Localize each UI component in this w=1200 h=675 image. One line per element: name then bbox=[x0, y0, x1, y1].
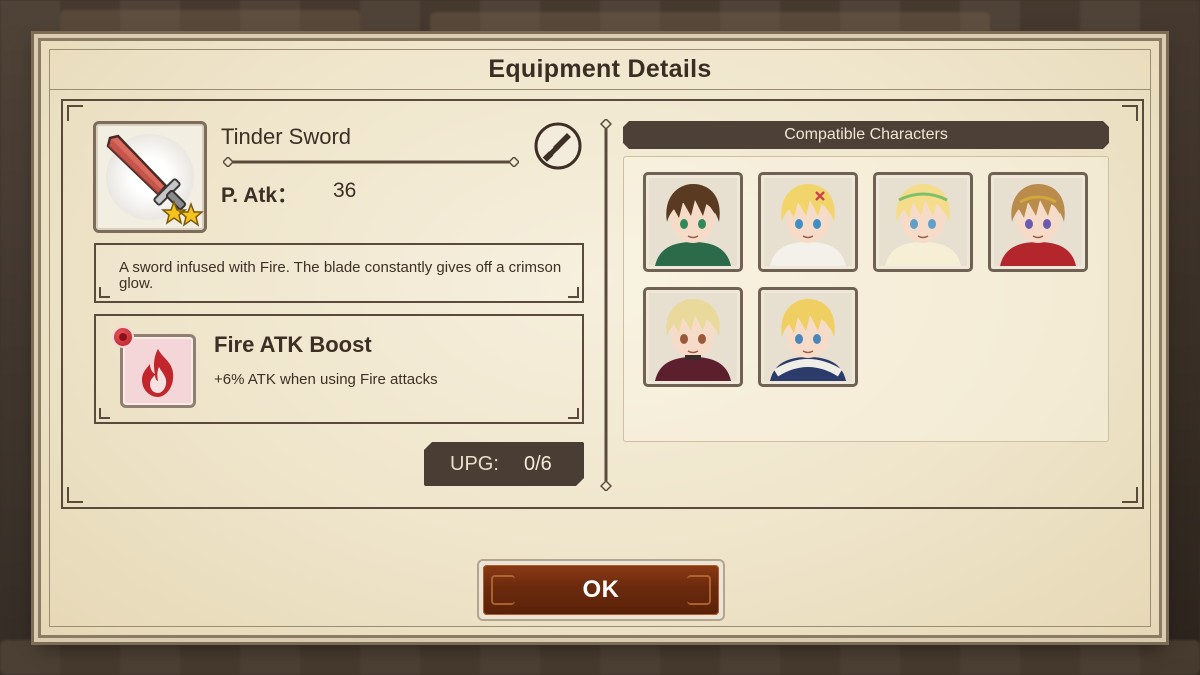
frame-corner bbox=[568, 287, 579, 298]
character-face-icon bbox=[879, 178, 967, 266]
stat-value: 36 bbox=[333, 179, 357, 202]
dagger-type-icon[interactable] bbox=[533, 121, 583, 171]
item-description-box: A sword infused with Fire. The blade con… bbox=[94, 243, 584, 303]
character-face-icon bbox=[764, 293, 852, 381]
frame-corner bbox=[99, 408, 110, 419]
character-portrait[interactable] bbox=[758, 287, 858, 387]
dialog-title-bar: Equipment Details bbox=[49, 49, 1151, 90]
upgrade-counter: UPG: 0/6 bbox=[424, 442, 584, 486]
skill-box: Fire ATK Boost +6% ATK when using Fire a… bbox=[94, 314, 584, 424]
fire-icon bbox=[142, 349, 174, 397]
ok-button[interactable]: OK bbox=[477, 559, 725, 621]
button-ornament bbox=[491, 575, 515, 605]
skill-description: +6% ATK when using Fire attacks bbox=[214, 371, 438, 388]
skill-icon-frame[interactable] bbox=[120, 334, 196, 408]
frame-corner bbox=[568, 408, 579, 419]
sword-icon bbox=[106, 134, 204, 227]
column-divider bbox=[600, 119, 612, 491]
item-description: A sword infused with Fire. The blade con… bbox=[119, 259, 562, 292]
background-ui bbox=[60, 10, 360, 40]
character-face-icon bbox=[649, 293, 737, 381]
frame-corner bbox=[1122, 487, 1138, 503]
ok-button-label: OK bbox=[582, 576, 620, 603]
frame-corner bbox=[67, 105, 83, 121]
compatible-characters-title: Compatible Characters bbox=[784, 126, 948, 143]
character-portrait[interactable] bbox=[643, 172, 743, 272]
skill-name: Fire ATK Boost bbox=[214, 332, 372, 357]
background-ui bbox=[430, 12, 990, 38]
frame-corner bbox=[99, 287, 110, 298]
item-name: Tinder Sword bbox=[221, 124, 352, 149]
character-portrait[interactable] bbox=[758, 172, 858, 272]
character-face-icon bbox=[994, 178, 1082, 266]
upgrade-label: UPG: bbox=[450, 452, 499, 475]
dialog-title: Equipment Details bbox=[488, 54, 712, 83]
character-portrait[interactable] bbox=[643, 287, 743, 387]
upgrade-value: 0/6 bbox=[524, 452, 552, 475]
frame-corner bbox=[67, 487, 83, 503]
stat-label: P. Atk： bbox=[221, 184, 299, 207]
item-icon-frame[interactable] bbox=[93, 121, 207, 233]
character-face-icon bbox=[649, 178, 737, 266]
frame-corner bbox=[1122, 105, 1138, 121]
character-portrait[interactable] bbox=[873, 172, 973, 272]
button-ornament bbox=[687, 575, 711, 605]
name-underline bbox=[223, 157, 519, 167]
ok-button-face[interactable]: OK bbox=[483, 565, 719, 615]
equipment-details-dialog: Equipment Details Tinder Sword P. Atk： 3… bbox=[38, 38, 1162, 638]
character-face-icon bbox=[764, 178, 852, 266]
background-bottom-bar bbox=[0, 640, 1200, 675]
fire-element-badge-icon bbox=[112, 326, 134, 348]
character-portrait[interactable] bbox=[988, 172, 1088, 272]
compatible-characters-header: Compatible Characters bbox=[623, 121, 1109, 149]
